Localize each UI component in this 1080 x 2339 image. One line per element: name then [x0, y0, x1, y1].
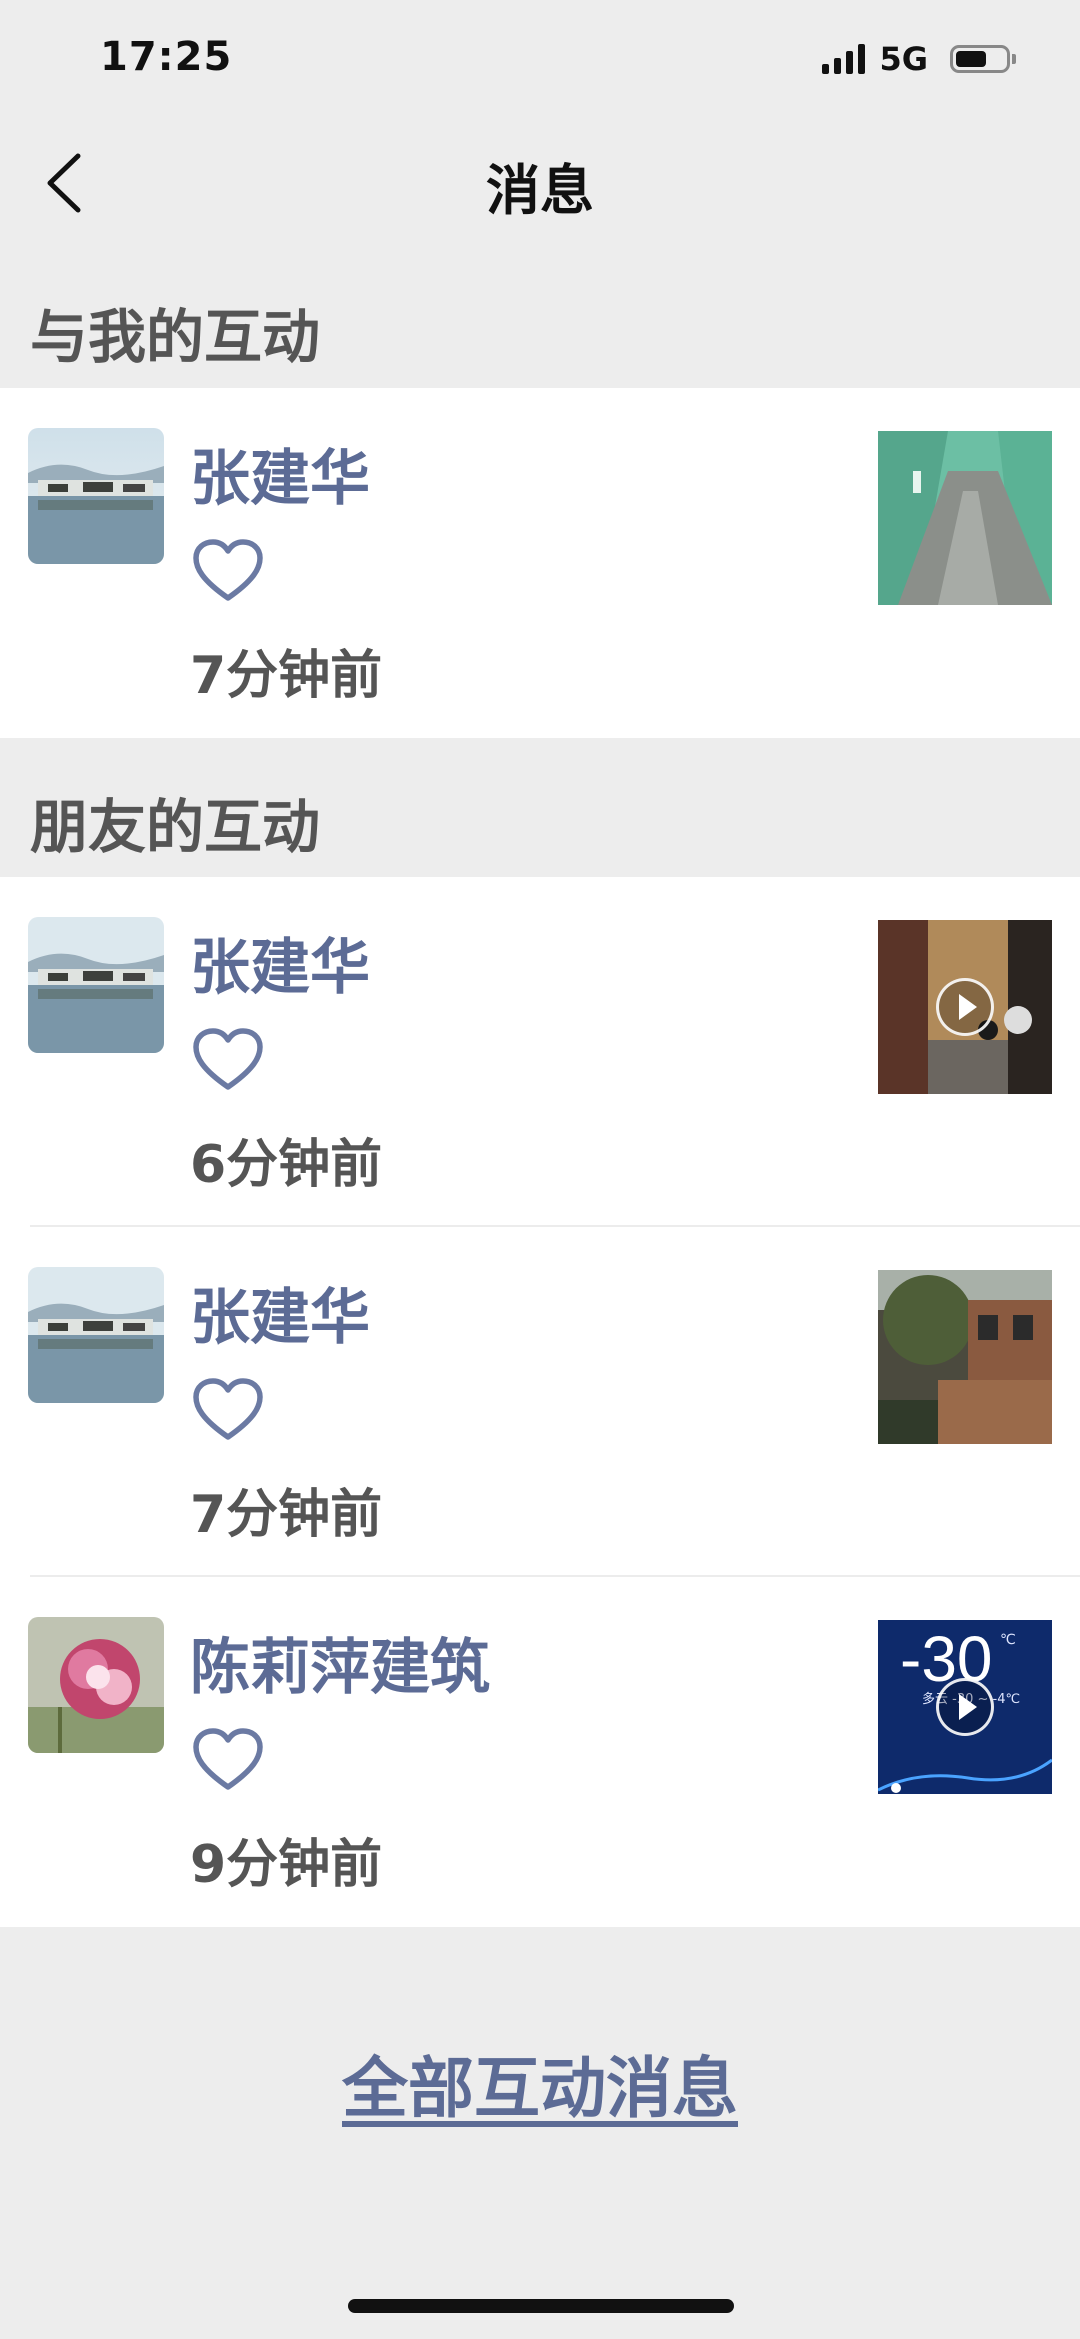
list-item[interactable]: 张建华 6分钟前	[0, 877, 1080, 1227]
status-indicators: 5G	[822, 40, 1016, 78]
heart-outline-icon	[193, 1378, 263, 1440]
user-name[interactable]: 张建华	[190, 1269, 370, 1356]
list-item[interactable]: 张建华 7分钟前	[0, 388, 1080, 738]
time-label: 9分钟前	[190, 1835, 383, 1895]
list-item[interactable]: 陈莉萍建筑 9分钟前 -30 ℃ 多云 -30 ~ -4℃	[0, 1577, 1080, 1927]
user-name[interactable]: 陈莉萍建筑	[190, 1619, 490, 1706]
user-name[interactable]: 张建华	[190, 430, 370, 517]
post-thumbnail[interactable]	[878, 920, 1052, 1094]
avatar[interactable]	[28, 428, 164, 564]
battery-icon	[950, 45, 1016, 73]
status-time: 17:25	[100, 34, 233, 80]
post-thumbnail[interactable]: -30 ℃ 多云 -30 ~ -4℃	[878, 1620, 1052, 1794]
network-type: 5G	[879, 40, 928, 78]
post-thumbnail[interactable]	[878, 431, 1052, 605]
status-bar: 17:25 5G	[0, 0, 1080, 120]
heart-outline-icon	[193, 539, 263, 601]
user-name[interactable]: 张建华	[190, 919, 370, 1006]
page-title: 消息	[486, 159, 594, 222]
section-header-mine: 与我的互动	[30, 303, 321, 371]
home-indicator[interactable]	[348, 2299, 734, 2313]
list-item[interactable]: 张建华 7分钟前	[0, 1227, 1080, 1577]
play-icon[interactable]	[936, 978, 994, 1036]
play-icon[interactable]	[936, 1678, 994, 1736]
time-label: 6分钟前	[190, 1135, 383, 1195]
heart-outline-icon	[193, 1728, 263, 1790]
avatar[interactable]	[28, 1267, 164, 1403]
section-header-friends: 朋友的互动	[30, 793, 321, 861]
interaction-list-mine: 张建华 7分钟前	[0, 388, 1080, 738]
post-thumbnail[interactable]	[878, 1270, 1052, 1444]
heart-outline-icon	[193, 1028, 263, 1090]
time-label: 7分钟前	[190, 1485, 383, 1545]
avatar[interactable]	[28, 917, 164, 1053]
interaction-list-friends: 张建华 6分钟前 张建华 7分钟前 陈莉萍建筑 9分钟前 -30 ℃ 多云 -3…	[0, 877, 1080, 1927]
avatar[interactable]	[28, 1617, 164, 1753]
all-interactions-link[interactable]: 全部互动消息	[0, 2035, 1080, 2131]
signal-bars-icon	[822, 44, 866, 74]
time-label: 7分钟前	[190, 646, 383, 706]
nav-bar: 消息	[0, 120, 1080, 245]
